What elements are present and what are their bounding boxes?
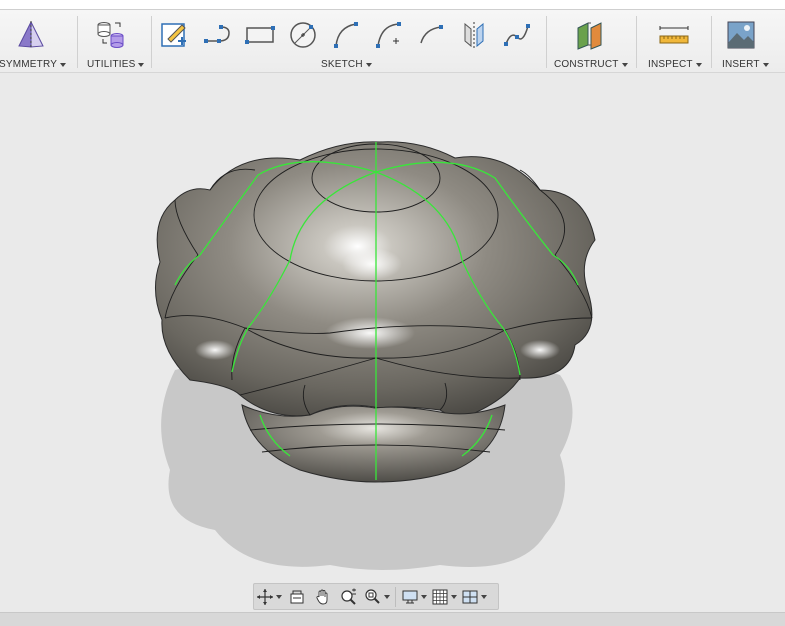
insert-image-icon[interactable]	[724, 18, 758, 52]
offset-plane-icon[interactable]	[573, 18, 607, 52]
symmetry-menu[interactable]: SYMMETRY	[0, 59, 67, 70]
sketch-label: SKETCH	[321, 59, 363, 70]
grid-icon[interactable]	[429, 586, 459, 607]
chevron-down-icon	[421, 594, 427, 599]
chevron-down-icon	[384, 594, 390, 599]
insert-menu[interactable]: INSERT	[722, 59, 769, 70]
convert-bodies-icon[interactable]	[94, 18, 128, 52]
divider	[546, 16, 547, 68]
specular-highlight	[325, 317, 415, 349]
symmetry-icon[interactable]	[14, 18, 48, 52]
inspect-group: INSPECT	[639, 10, 709, 72]
construct-menu[interactable]: CONSTRUCT	[554, 59, 628, 70]
zoom-icon[interactable]	[336, 586, 362, 607]
chevron-down-icon	[365, 62, 372, 67]
fit-spline-icon[interactable]	[500, 18, 534, 52]
create-sketch-icon[interactable]	[157, 18, 191, 52]
utilities-group: UTILITIES	[80, 10, 150, 72]
chevron-down-icon	[621, 62, 628, 67]
utilities-label: UTILITIES	[87, 59, 136, 70]
viewports-icon[interactable]	[459, 586, 489, 607]
chevron-down-icon	[481, 594, 487, 599]
spline-line-icon[interactable]	[200, 18, 234, 52]
divider	[395, 586, 396, 607]
divider	[711, 16, 712, 68]
construct-group: CONSTRUCT	[549, 10, 633, 72]
specular-highlight	[195, 340, 235, 360]
pan-icon[interactable]	[310, 586, 336, 607]
display-settings-icon[interactable]	[399, 586, 429, 607]
navigation-bar	[253, 583, 499, 610]
circle-icon[interactable]	[286, 18, 320, 52]
three-point-arc-icon[interactable]	[372, 18, 406, 52]
divider	[151, 16, 152, 68]
insert-group: INSERT	[714, 10, 785, 72]
divider	[77, 16, 78, 68]
mirror-icon[interactable]	[457, 18, 491, 52]
inspect-menu[interactable]: INSPECT	[648, 59, 702, 70]
chevron-down-icon	[138, 62, 145, 67]
sketch-menu[interactable]: SKETCH	[321, 59, 372, 70]
sketch-group: SKETCH	[154, 10, 544, 72]
model-render[interactable]	[0, 73, 785, 612]
measure-icon[interactable]	[657, 18, 691, 52]
ribbon-toolbar: SYMMETRY UTILITIES SKETCH CONSTRUCT INSP…	[0, 10, 785, 73]
look-at-icon[interactable]	[284, 586, 310, 607]
window-top-edge	[0, 0, 785, 10]
specular-highlight	[520, 340, 560, 360]
utilities-menu[interactable]: UTILITIES	[87, 59, 145, 70]
rectangle-icon[interactable]	[243, 18, 277, 52]
symmetry-label: SYMMETRY	[0, 59, 58, 70]
arc-icon[interactable]	[329, 18, 363, 52]
status-strip	[0, 612, 785, 626]
canvas-viewport[interactable]	[0, 73, 785, 612]
chevron-down-icon	[276, 594, 282, 599]
tangent-arc-icon[interactable]	[414, 18, 448, 52]
chevron-down-icon	[762, 62, 769, 67]
chevron-down-icon	[695, 62, 702, 67]
specular-highlight	[342, 248, 402, 280]
divider	[636, 16, 637, 68]
symmetry-group: SYMMETRY	[0, 10, 74, 72]
orbit-icon[interactable]	[254, 586, 284, 607]
fit-icon[interactable]	[362, 586, 392, 607]
inspect-label: INSPECT	[648, 59, 693, 70]
insert-label: INSERT	[722, 59, 760, 70]
chevron-down-icon	[60, 62, 67, 67]
construct-label: CONSTRUCT	[554, 59, 619, 70]
chevron-down-icon	[451, 594, 457, 599]
